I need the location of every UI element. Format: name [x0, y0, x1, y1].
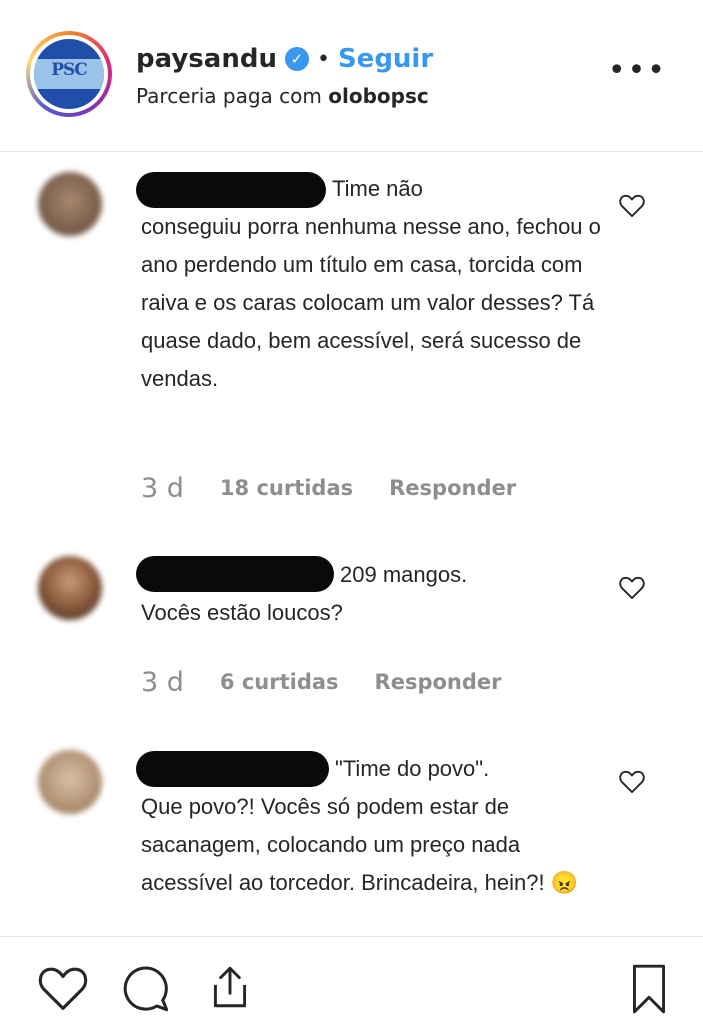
comment-meta: 3 d 18 curtidas Responder: [141, 468, 516, 508]
partner-link[interactable]: olobopsc: [328, 84, 428, 108]
commenter-avatar[interactable]: [38, 750, 102, 814]
comment-time: 3 d: [141, 666, 184, 698]
bookmark-icon[interactable]: [624, 962, 674, 1016]
comment-bubble-icon[interactable]: [118, 962, 172, 1014]
comment-likes-link[interactable]: 6 curtidas: [220, 670, 339, 694]
comment-like-icon[interactable]: [618, 768, 646, 794]
comment-like-icon[interactable]: [618, 574, 646, 600]
comment-body: Que povo?! Vocês só podem estar de sacan…: [141, 794, 579, 895]
share-icon[interactable]: [205, 962, 255, 1012]
verified-badge-icon: ✓: [284, 47, 309, 71]
username-link[interactable]: paysandu: [136, 44, 277, 74]
commenter-avatar[interactable]: [38, 556, 102, 620]
comment-time: 3 d: [141, 472, 184, 504]
heart-icon[interactable]: [36, 962, 90, 1012]
comment-likes-link[interactable]: 18 curtidas: [220, 476, 353, 500]
club-crest-logo: PSC: [34, 39, 104, 109]
account-avatar[interactable]: PSC: [26, 31, 112, 117]
comment-first-line: "Time do povo".: [335, 756, 490, 781]
paid-partnership-line: Parceria paga com olobopsc: [136, 84, 429, 108]
comment-text: Time não conseguiu porra nenhuma nesse a…: [141, 170, 603, 398]
comment-text: "Time do povo". Que povo?! Vocês só pode…: [141, 750, 603, 902]
comment-meta: 3 d 6 curtidas Responder: [141, 662, 502, 702]
reply-button[interactable]: Responder: [389, 476, 516, 500]
comment-like-icon[interactable]: [618, 192, 646, 218]
more-options-button[interactable]: •••: [608, 56, 667, 86]
commenter-avatar[interactable]: [38, 172, 102, 236]
post-header: PSC paysandu ✓ • Seguir Parceria paga co…: [0, 0, 703, 152]
post-action-bar: [0, 936, 703, 1024]
comment-body: Vocês estão loucos?: [141, 600, 343, 625]
comment-first-line: 209 mangos.: [340, 562, 468, 587]
follow-button[interactable]: Seguir: [338, 44, 433, 74]
reply-button[interactable]: Responder: [375, 670, 502, 694]
partnership-prefix: Parceria paga com: [136, 84, 322, 108]
separator-dot: •: [316, 46, 330, 72]
comment-body: conseguiu porra nenhuma nesse ano, fecho…: [141, 214, 601, 391]
crest-monogram: PSC: [51, 60, 88, 80]
comment-first-line: Time não: [332, 176, 423, 201]
account-line: paysandu ✓ • Seguir: [136, 40, 433, 78]
scroll-fade: [0, 900, 703, 936]
comment-text: 209 mangos. Vocês estão loucos?: [141, 556, 603, 632]
